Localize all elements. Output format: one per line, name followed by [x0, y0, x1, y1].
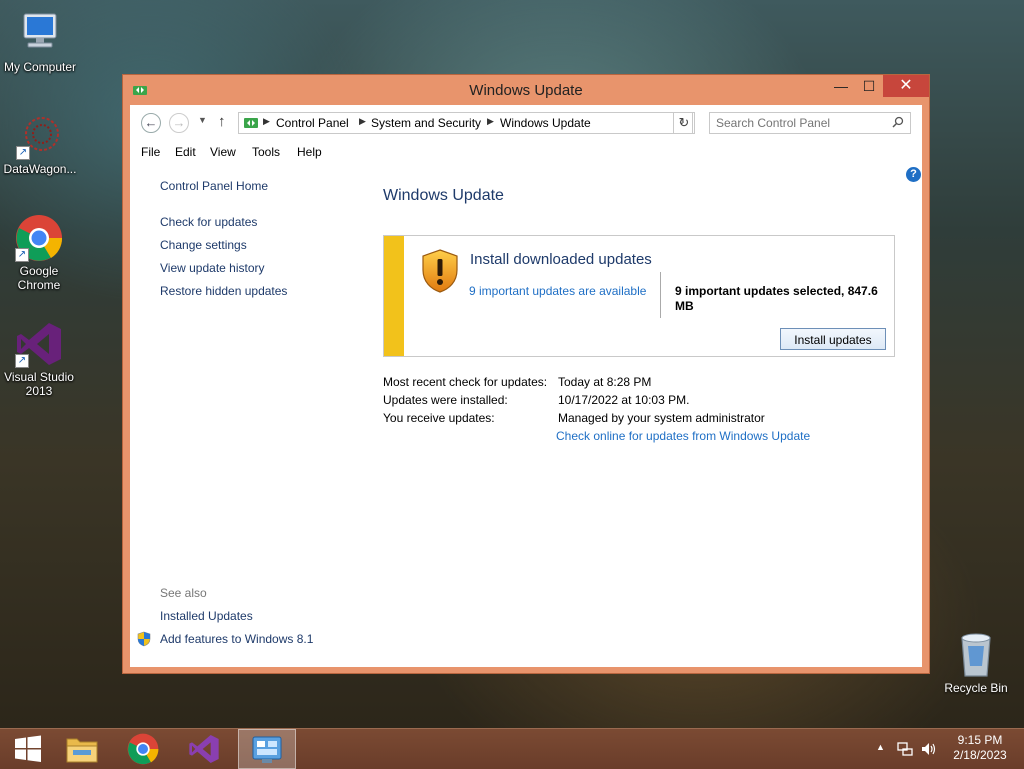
up-arrow-icon[interactable]: ↑: [218, 113, 226, 130]
desktop-icon-label: DataWagon...: [3, 162, 77, 176]
recent-pages-chevron-icon[interactable]: ▼: [198, 115, 207, 125]
selected-updates-summary: 9 important updates selected, 847.6 MB: [675, 284, 878, 313]
info-value-receive: Managed by your system administrator: [558, 411, 765, 425]
clock-time: 9:15 PM: [957, 733, 1003, 747]
chrome-icon: ↗: [15, 214, 63, 262]
start-button[interactable]: [0, 729, 56, 769]
show-hidden-icons-chevron-icon[interactable]: ▲: [876, 742, 885, 752]
breadcrumb-separator-icon[interactable]: ▶: [487, 116, 494, 127]
search-icon[interactable]: [892, 116, 904, 128]
volume-icon[interactable]: [920, 741, 938, 757]
info-label-receive: You receive updates:: [383, 411, 495, 425]
folder-icon: [66, 738, 98, 763]
warning-stripe: [384, 236, 404, 356]
desktop-icon-label: Visual Studio 2013: [4, 370, 74, 398]
system-clock[interactable]: 9:15 PM 2/18/2023: [942, 733, 1018, 763]
datawagon-icon: ↗: [16, 112, 64, 160]
important-updates-link[interactable]: 9 important updates are available: [469, 284, 646, 298]
shortcut-arrow-icon: ↗: [15, 248, 29, 262]
recycle-bin-label: Recycle Bin: [944, 681, 1008, 695]
taskbar-file-explorer[interactable]: [54, 729, 110, 769]
info-label-installed: Updates were installed:: [383, 393, 508, 407]
menu-file[interactable]: File: [141, 145, 160, 159]
windows-update-window: Windows Update — ☐ ✕ ← → ▼ ↑ ▶ Control P…: [122, 74, 930, 674]
menu-bar: File Edit View Tools Help: [130, 143, 922, 163]
navigation-bar: ← → ▼ ↑ ▶ Control Panel ▶ System and Sec…: [130, 105, 922, 141]
search-input[interactable]: [716, 115, 881, 131]
breadcrumb-windows-update[interactable]: Windows Update: [500, 116, 591, 130]
chrome-icon: [127, 733, 159, 765]
close-button[interactable]: ✕: [883, 75, 929, 97]
search-box[interactable]: [709, 112, 911, 134]
windows-logo-icon: [15, 735, 41, 762]
panel-title: Install downloaded updates: [470, 251, 652, 268]
update-status-panel: Install downloaded updates 9 important u…: [383, 235, 895, 357]
sidebar-check-for-updates[interactable]: Check for updates: [160, 215, 257, 229]
control-panel-icon: [252, 736, 282, 763]
sidebar-view-update-history[interactable]: View update history: [160, 261, 265, 275]
taskbar-control-panel[interactable]: [238, 729, 296, 769]
page-title: Windows Update: [383, 187, 504, 204]
clock-date: 2/18/2023: [953, 748, 1007, 762]
uac-shield-icon: [137, 631, 151, 647]
refresh-icon[interactable]: ↻: [673, 112, 695, 134]
recycle-bin-icon: [961, 633, 991, 677]
network-icon[interactable]: [897, 741, 913, 757]
breadcrumb-separator-icon: ▶: [263, 116, 270, 126]
desktop-icon-google-chrome[interactable]: ↗ Google Chrome: [0, 214, 79, 292]
see-also-add-features[interactable]: Add features to Windows 8.1: [160, 632, 313, 646]
taskbar: ▲ 9:15 PM 2/18/2023: [0, 728, 1024, 769]
forward-arrow-icon[interactable]: →: [169, 113, 189, 133]
desktop-icon-my-computer[interactable]: My Computer: [0, 10, 80, 74]
desktop-icon-label: My Computer: [3, 60, 77, 74]
panel-divider: [660, 272, 661, 318]
install-updates-button[interactable]: Install updates: [780, 328, 886, 350]
info-label-recent-check: Most recent check for updates:: [383, 375, 548, 389]
desktop-icon-visual-studio[interactable]: ↗ Visual Studio 2013: [0, 320, 79, 398]
menu-edit[interactable]: Edit: [175, 145, 196, 159]
warning-shield-icon: [422, 249, 458, 293]
maximize-button[interactable]: ☐: [855, 75, 883, 97]
window-title: Windows Update: [469, 82, 583, 99]
shortcut-arrow-icon: ↗: [16, 146, 30, 160]
see-also-installed-updates[interactable]: Installed Updates: [160, 609, 253, 623]
desktop-icon-recycle-bin[interactable]: Recycle Bin: [936, 630, 1016, 695]
breadcrumb-system-and-security[interactable]: System and Security: [371, 116, 481, 130]
taskbar-visual-studio[interactable]: [176, 729, 232, 769]
menu-help[interactable]: Help: [297, 145, 322, 159]
breadcrumb-separator-icon[interactable]: ▶: [359, 116, 366, 127]
minimize-button[interactable]: —: [827, 75, 855, 97]
info-value-recent-check: Today at 8:28 PM: [558, 375, 652, 389]
menu-tools[interactable]: Tools: [252, 145, 280, 159]
computer-icon: [16, 10, 64, 58]
sidebar-restore-hidden-updates[interactable]: Restore hidden updates: [160, 284, 287, 298]
check-online-link[interactable]: Check online for updates from Windows Up…: [556, 429, 810, 443]
taskbar-chrome[interactable]: [115, 729, 171, 769]
address-bar[interactable]: ▶ Control Panel ▶ System and Security ▶ …: [238, 112, 693, 134]
visual-studio-icon: ↗: [15, 320, 63, 368]
see-also-heading: See also: [160, 586, 207, 600]
info-value-installed: 10/17/2022 at 10:03 PM.: [558, 393, 690, 407]
shortcut-arrow-icon: ↗: [15, 354, 29, 368]
title-bar[interactable]: Windows Update — ☐ ✕: [123, 75, 929, 105]
menu-view[interactable]: View: [210, 145, 236, 159]
visual-studio-icon: [189, 735, 219, 763]
window-client: ← → ▼ ↑ ▶ Control Panel ▶ System and Sec…: [130, 105, 922, 667]
sidebar-control-panel-home[interactable]: Control Panel Home: [160, 179, 268, 193]
control-panel-icon: [243, 116, 259, 130]
desktop-icon-label: Google Chrome: [17, 264, 61, 292]
back-arrow-icon[interactable]: ←: [141, 113, 161, 133]
sidebar-change-settings[interactable]: Change settings: [160, 238, 247, 252]
breadcrumb-control-panel[interactable]: Control Panel: [276, 116, 349, 130]
help-icon[interactable]: ?: [906, 167, 921, 182]
desktop-icon-datawagon[interactable]: ↗ DataWagon...: [0, 112, 80, 176]
